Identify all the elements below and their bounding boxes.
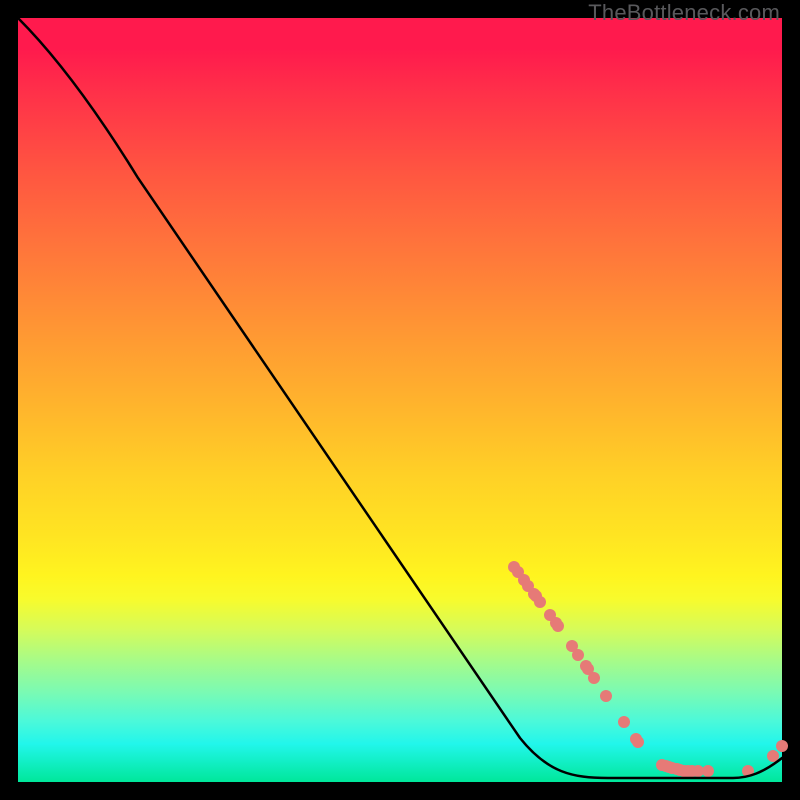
chart-marker (572, 649, 584, 661)
chart-markers-group (508, 561, 788, 777)
chart-marker (600, 690, 612, 702)
chart-marker (776, 740, 788, 752)
chart-frame (18, 18, 782, 782)
chart-marker (632, 736, 644, 748)
chart-marker (702, 765, 714, 777)
watermark-text: TheBottleneck.com (588, 0, 780, 26)
bottleneck-curve (18, 18, 782, 778)
chart-marker (552, 620, 564, 632)
chart-marker (588, 672, 600, 684)
chart-marker (534, 596, 546, 608)
chart-svg (18, 18, 782, 782)
chart-marker (618, 716, 630, 728)
